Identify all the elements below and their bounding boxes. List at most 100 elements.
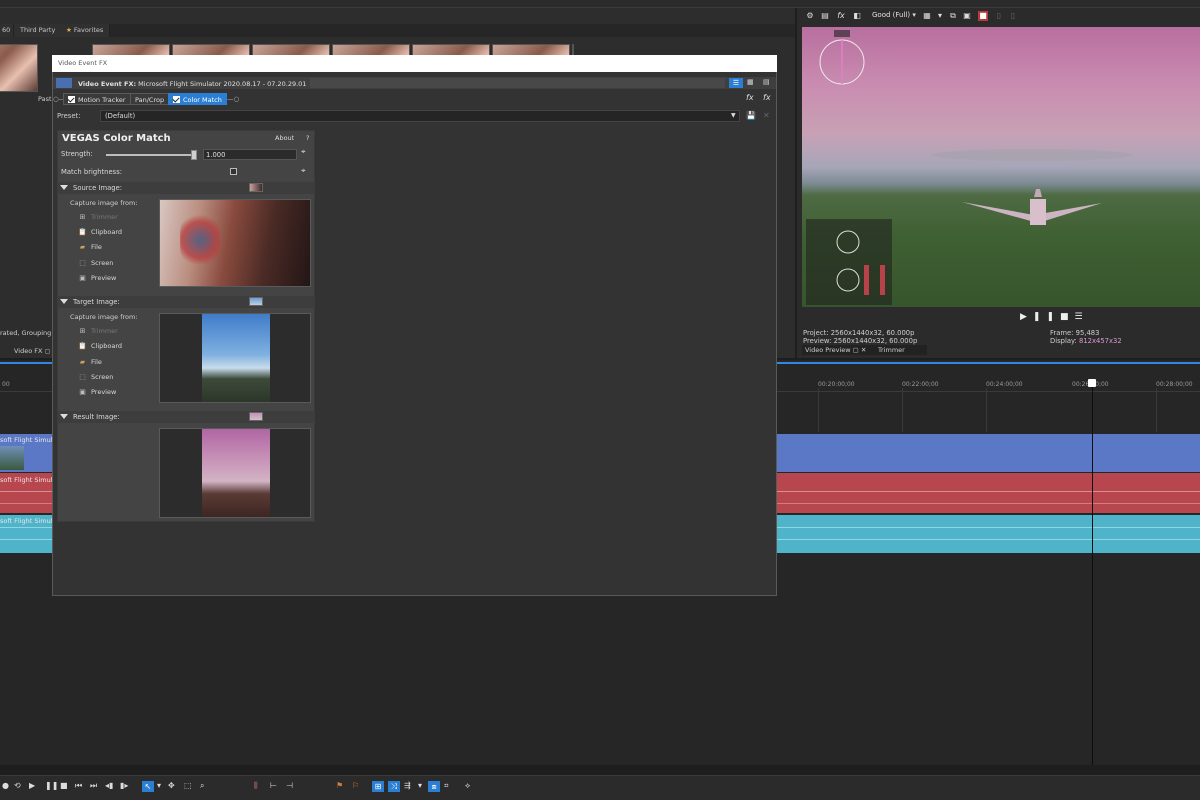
option-label: Screen	[91, 259, 114, 267]
expand-triangle-icon[interactable]	[60, 299, 68, 304]
save-preset-icon[interactable]: 💾	[746, 111, 756, 120]
grid-icon[interactable]: ▦	[922, 11, 932, 21]
chain-view-icon[interactable]: ▤	[763, 78, 770, 86]
chevron-down-icon[interactable]: ▾	[935, 11, 945, 21]
strength-slider-handle[interactable]	[191, 150, 197, 160]
vegas-pro-window: 60 Third Party ★ Favorites Past rated, G…	[0, 0, 1200, 800]
close-icon[interactable]: ▢ ✕	[853, 346, 867, 354]
tab-video-fx-label: Video FX	[14, 347, 43, 355]
remove-fx-icon[interactable]: fx	[763, 93, 771, 102]
menu-icon[interactable]: ☰	[1075, 312, 1089, 322]
reset-brightness-icon[interactable]: ⌖	[301, 166, 306, 176]
strength-input[interactable]: 1.000	[203, 149, 297, 160]
external-monitor-icon[interactable]: ▯	[994, 11, 1004, 21]
motion-tracking-icon[interactable]: ⟡	[465, 781, 470, 791]
loop-icon[interactable]: ⟲	[14, 781, 21, 790]
source-trimmer-option[interactable]: ⊞ Trimmer	[78, 213, 118, 221]
tab-video-preview[interactable]: Video Preview ▢ ✕	[805, 346, 866, 354]
fx-icon[interactable]: fx	[836, 11, 846, 21]
option-label: File	[91, 358, 102, 366]
expand-triangle-icon[interactable]	[60, 185, 68, 190]
color-match-checkbox[interactable]	[173, 96, 180, 103]
ripple-edit-icon[interactable]: ⇶	[404, 781, 411, 790]
chain-item-pan-crop[interactable]: Pan/Crop	[130, 93, 170, 105]
region-icon[interactable]: ⚐	[352, 781, 359, 790]
target-preview-option[interactable]: ▣ Preview	[78, 388, 116, 396]
envelope-tool-icon[interactable]: ✥	[168, 781, 175, 790]
match-brightness-checkbox[interactable]	[230, 168, 237, 175]
chain-item-motion-tracker[interactable]: Motion Tracker	[63, 93, 131, 105]
record-icon[interactable]: ■	[978, 11, 988, 21]
external-monitor-2-icon[interactable]: ▯	[1008, 11, 1018, 21]
split-screen-icon[interactable]: ▤	[820, 11, 830, 21]
result-image-preview[interactable]	[159, 428, 311, 518]
preview-quality-dropdown[interactable]: Good (Full) ▾	[872, 11, 916, 19]
fx-window-titlebar[interactable]	[52, 55, 777, 72]
zoom-tool-icon[interactable]: ⌕	[200, 781, 204, 791]
next-frame-icon[interactable]: ▮▸	[120, 781, 128, 790]
chain-item-color-match[interactable]: Color Match	[168, 93, 227, 105]
go-start-icon[interactable]: ⏮	[75, 781, 82, 791]
source-clipboard-option[interactable]: 📋 Clipboard	[78, 228, 122, 236]
fx-plugin-chooser-icon[interactable]: fx	[746, 93, 754, 102]
ignore-grouping-icon[interactable]: ⌗	[444, 781, 449, 791]
target-clipboard-option[interactable]: 📋 Clipboard	[78, 342, 122, 350]
snapping-icon[interactable]: ⊞	[372, 781, 384, 792]
pause-icon[interactable]: ❚❚	[1033, 312, 1060, 322]
ruler-tick	[986, 388, 987, 432]
source-preview-option[interactable]: ▣ Preview	[78, 274, 116, 282]
overlay-icon[interactable]: ◧	[852, 11, 862, 21]
pause-icon[interactable]: ❚❚	[45, 781, 58, 790]
source-screen-option[interactable]: ⬚ Screen	[78, 259, 113, 267]
selection-tool-icon[interactable]: ⬚	[184, 781, 192, 790]
playhead-handle[interactable]	[1088, 379, 1096, 387]
play-icon[interactable]: ▶	[29, 781, 35, 790]
expand-triangle-icon[interactable]	[60, 414, 68, 419]
playhead-line[interactable]	[1092, 380, 1093, 765]
play-icon[interactable]: ▶	[1020, 312, 1033, 322]
tab-video-fx[interactable]: Video FX ▢ ✕	[14, 347, 57, 355]
normal-edit-tool-icon[interactable]: ↖	[142, 781, 154, 792]
auto-crossfade-icon[interactable]: ⤨	[388, 781, 400, 792]
chevron-down-icon[interactable]: ▾	[418, 781, 422, 790]
target-image-preview[interactable]	[159, 313, 311, 403]
source-file-option[interactable]: ▰ File	[78, 243, 102, 251]
delete-preset-icon[interactable]: ✕	[763, 111, 770, 120]
go-end-icon[interactable]: ⏭	[90, 781, 97, 791]
frame-info: Frame: 95,483	[1050, 329, 1099, 337]
tab-third-party[interactable]: Third Party	[14, 24, 63, 37]
marker-icon[interactable]: ⚑	[336, 781, 343, 790]
target-trimmer-option[interactable]: ⊞ Trimmer	[78, 327, 118, 335]
stop-icon[interactable]: ■	[60, 781, 68, 790]
help-button[interactable]: ?	[306, 134, 309, 142]
trim-end-icon[interactable]: ⊣	[286, 781, 293, 790]
chevron-down-icon[interactable]: ▾	[157, 781, 161, 790]
target-screen-option[interactable]: ⬚ Screen	[78, 373, 113, 381]
preset-thumbnail[interactable]	[0, 44, 38, 92]
record-icon[interactable]: ●	[2, 781, 9, 790]
reset-strength-icon[interactable]: ⌖	[301, 147, 306, 157]
option-label: Screen	[91, 373, 114, 381]
gear-icon[interactable]: ⚙	[805, 11, 815, 21]
tab-60[interactable]: 60	[0, 24, 14, 37]
chevron-down-icon[interactable]: ▼	[731, 112, 736, 119]
save-snapshot-icon[interactable]: ▣	[962, 11, 972, 21]
stop-icon[interactable]: ■	[1060, 312, 1075, 322]
split-icon[interactable]: ⫼	[254, 781, 258, 791]
about-button[interactable]: About	[275, 134, 294, 142]
trim-start-icon[interactable]: ⊢	[270, 781, 277, 790]
tab-trimmer[interactable]: Trimmer	[878, 346, 905, 354]
list-view-icon[interactable]: ☰	[729, 78, 743, 88]
prev-frame-icon[interactable]: ◂▮	[105, 781, 113, 790]
source-image-preview[interactable]	[159, 199, 311, 287]
copy-snapshot-icon[interactable]: ⧉	[948, 11, 958, 21]
grid-view-icon[interactable]: ▦	[747, 78, 754, 86]
lock-envelopes-icon[interactable]: ⧈	[428, 781, 440, 792]
motion-tracker-checkbox[interactable]	[68, 96, 75, 103]
fx-plugin-icon[interactable]	[56, 78, 72, 88]
tab-favorites[interactable]: ★ Favorites	[60, 24, 111, 37]
preset-dropdown[interactable]: (Default)	[100, 110, 740, 122]
video-preview-frame[interactable]	[802, 27, 1200, 307]
target-file-option[interactable]: ▰ File	[78, 358, 102, 366]
source-image-mini-thumb	[249, 183, 263, 192]
